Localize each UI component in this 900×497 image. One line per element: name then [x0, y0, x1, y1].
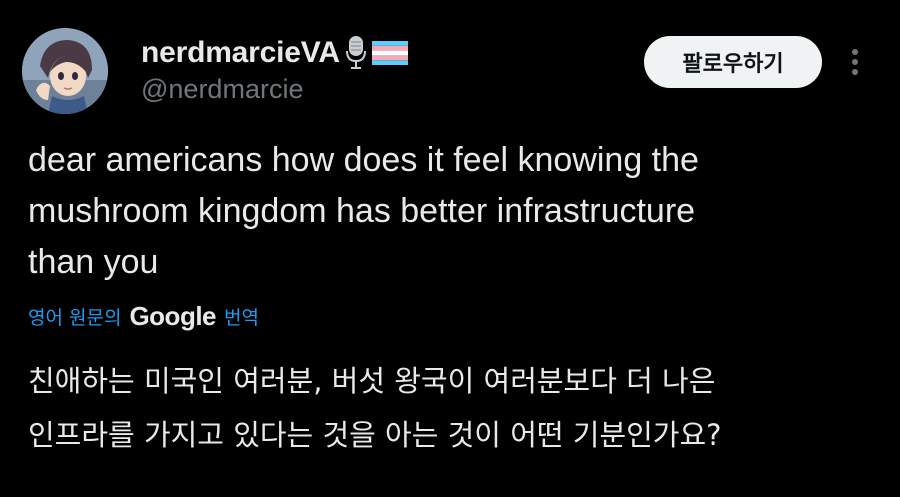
google-logo: Google [129, 300, 217, 331]
avatar[interactable] [22, 28, 108, 114]
tweet-text: dear americans how does it feel knowing … [28, 141, 699, 281]
translation-label[interactable]: 번역 [224, 303, 259, 330]
author-handle[interactable]: @nerdmarcie [141, 74, 303, 105]
more-vertical-icon[interactable] [842, 42, 868, 82]
microphone-icon [345, 34, 366, 72]
follow-button[interactable]: 팔로우하기 [644, 36, 822, 88]
transgender-flag-icon [371, 41, 408, 65]
author-name-row[interactable]: nerdmarcieVA [141, 33, 408, 73]
translated-tweet-text: 친애하는 미국인 여러분, 버섯 왕국이 여러분보다 더 나은 인프라를 가지고… [28, 364, 722, 452]
translation-source-label[interactable]: 영어 원문의 [28, 303, 121, 330]
translation-attribution[interactable]: 영어 원문의 Google 번역 [28, 296, 259, 336]
display-name[interactable]: nerdmarcieVA [141, 36, 340, 70]
